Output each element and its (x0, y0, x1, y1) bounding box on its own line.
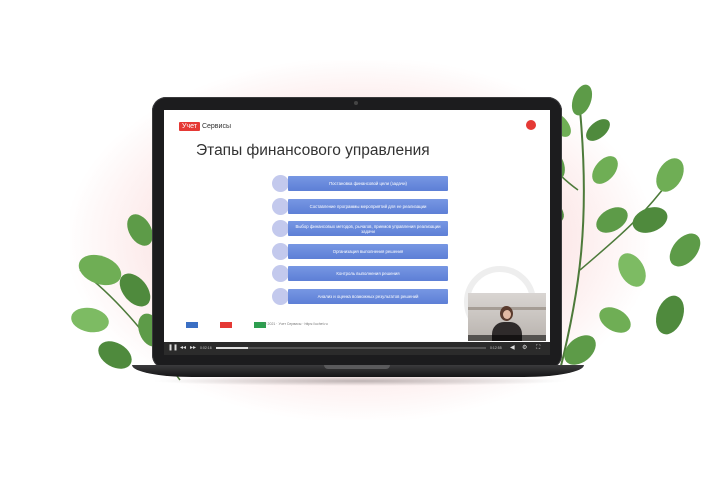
laptop-shadow (150, 376, 570, 386)
volume-icon[interactable]: ◀ (510, 345, 515, 351)
corner-badge-icon (526, 120, 536, 130)
player-controls: ❚❚ ◂◂ ▸▸ 0:02:16 0:12:55 ◀ ⚙ ⛶ (164, 342, 550, 355)
slide-footer: © 2021 · Учет Сервисы · https://uchet.ru (178, 322, 448, 330)
step-circle-icon (272, 265, 289, 282)
settings-icon[interactable]: ⚙ (522, 345, 527, 351)
camera-dot (354, 101, 358, 105)
footer-chip-blue (186, 322, 198, 328)
step-circle-icon (272, 220, 289, 237)
step-item: Организация выполнения решения (272, 242, 458, 260)
step-item: Составление программы мероприятий для ее… (272, 197, 458, 215)
step-item: Контроль выполнения решения (272, 265, 458, 282)
fullscreen-icon[interactable]: ⛶ (536, 345, 540, 351)
progress-fill (216, 347, 249, 349)
steps-list: Постановка финансовой цели (задачи) Сост… (272, 175, 458, 310)
step-item: Выбор финансовых методов, рычагов, прием… (272, 220, 458, 237)
step-label: Выбор финансовых методов, рычагов, прием… (288, 221, 448, 236)
step-label: Контроль выполнения решения (288, 266, 448, 281)
laptop-notch (324, 365, 390, 369)
presenter-video[interactable] (468, 293, 546, 341)
step-label: Постановка финансовой цели (задачи) (288, 176, 448, 191)
footer-text: © 2021 · Учет Сервисы · https://uchet.ru (264, 322, 328, 326)
step-circle-icon (272, 175, 289, 192)
presenter-face (503, 310, 511, 319)
step-label: Анализ и оценка возможных результатов ре… (288, 288, 448, 304)
step-circle-icon (272, 242, 289, 260)
video-overlay-bar (468, 335, 546, 341)
skip-forward-icon[interactable]: ▸▸ (190, 345, 196, 351)
logo-tag: Учет (179, 122, 200, 131)
step-label: Составление программы мероприятий для ее… (288, 198, 448, 214)
brand-logo: Учет Сервисы (179, 122, 231, 131)
footer-chip-red (220, 322, 232, 328)
step-circle-icon (272, 197, 289, 215)
skip-back-icon[interactable]: ◂◂ (180, 345, 186, 351)
current-time: 0:02:16 (200, 346, 212, 350)
progress-bar[interactable] (216, 347, 486, 349)
step-item: Постановка финансовой цели (задачи) (272, 175, 458, 192)
laptop-screen: Учет Сервисы Этапы финансового управлени… (164, 110, 550, 355)
step-circle-icon (272, 287, 289, 305)
play-icon[interactable]: ❚❚ (168, 345, 178, 351)
slide-title: Этапы финансового управления (196, 142, 430, 159)
total-time: 0:12:55 (490, 346, 502, 350)
step-label: Организация выполнения решения (288, 243, 448, 259)
step-item: Анализ и оценка возможных результатов ре… (272, 287, 458, 305)
logo-text: Сервисы (201, 123, 231, 130)
laptop-lid: Учет Сервисы Этапы финансового управлени… (152, 97, 562, 369)
